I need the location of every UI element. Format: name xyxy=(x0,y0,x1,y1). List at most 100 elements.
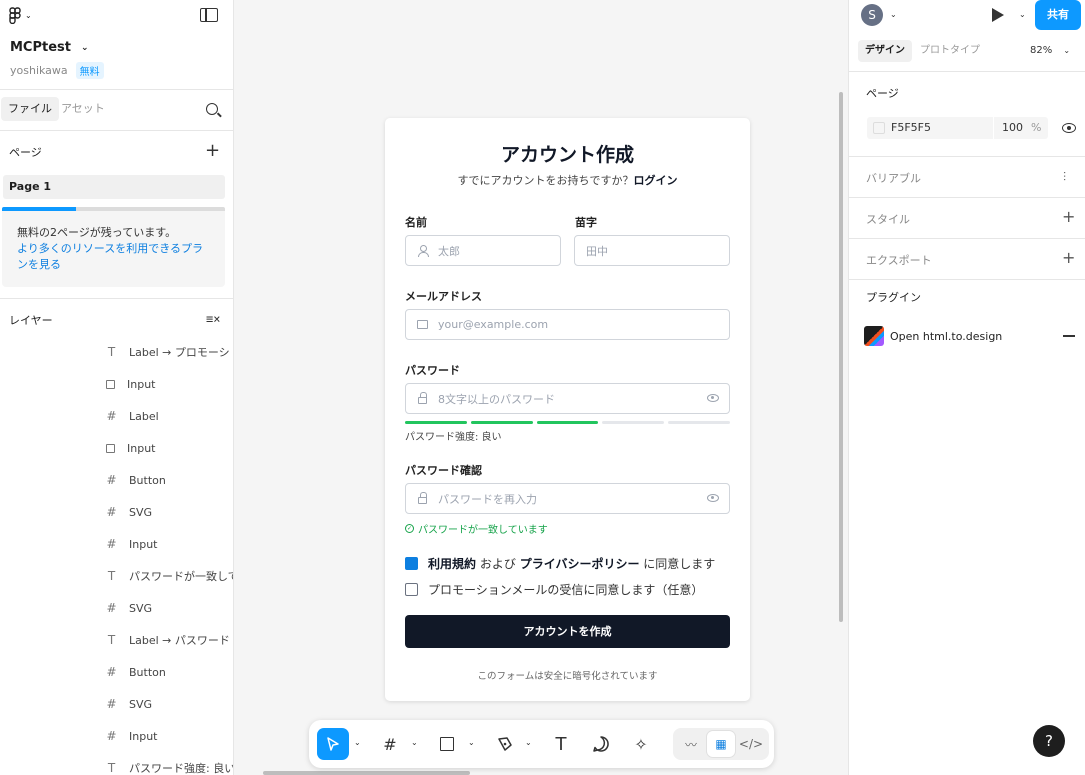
shape-tool[interactable] xyxy=(435,728,459,760)
password-placeholder: 8文字以上のパスワード xyxy=(438,392,555,406)
share-button[interactable]: 共有 xyxy=(1035,0,1081,30)
tab-assets[interactable]: アセット xyxy=(54,97,112,121)
chevron-down-icon[interactable]: ⌄ xyxy=(354,738,361,747)
confirm-password-input[interactable]: パスワードを再入力 xyxy=(405,483,730,514)
layer-item[interactable]: # Label xyxy=(106,406,158,426)
layer-item[interactable]: # SVG xyxy=(106,502,152,522)
layer-item[interactable]: # Input xyxy=(106,726,157,746)
add-style-plus-icon[interactable]: + xyxy=(1062,209,1075,225)
create-account-button[interactable]: アカウントを作成 xyxy=(405,615,730,648)
layer-item[interactable]: # Input xyxy=(106,534,157,554)
promo-checkbox[interactable] xyxy=(405,583,418,596)
chevron-down-icon[interactable]: ⌄ xyxy=(468,738,475,747)
user-avatar[interactable]: S xyxy=(861,4,883,26)
vertical-scrollbar[interactable] xyxy=(839,92,843,622)
comment-icon xyxy=(593,736,609,752)
layer-item[interactable]: # Button xyxy=(106,662,165,682)
layer-item[interactable]: T Label → プロモーシ xyxy=(106,342,230,362)
divider xyxy=(849,71,1085,72)
layer-item[interactable]: # SVG xyxy=(106,598,152,618)
page-item-page-1[interactable]: Page 1 xyxy=(3,175,225,199)
chevron-down-icon[interactable]: ⌄ xyxy=(1019,10,1026,19)
privacy-link[interactable]: プライバシーポリシー xyxy=(520,557,640,571)
tab-prototype[interactable]: プロトタイプ xyxy=(920,40,980,62)
layer-item[interactable]: T パスワード強度: 良い xyxy=(106,758,233,775)
design-mode[interactable]: ▦ xyxy=(707,731,735,757)
frame-layer-icon: # xyxy=(106,537,117,551)
page-opacity-field[interactable]: 100% xyxy=(993,117,1048,139)
variables-settings-icon[interactable]: ⫶ xyxy=(1063,170,1066,185)
layer-item[interactable]: Input xyxy=(106,374,155,394)
variables-heading[interactable]: バリアブル xyxy=(866,170,921,186)
add-page-plus-icon[interactable]: + xyxy=(205,142,220,160)
main-menu-button[interactable]: ⌄ xyxy=(9,7,32,24)
text-tool[interactable]: T xyxy=(549,728,573,760)
tab-file[interactable]: ファイル xyxy=(1,97,59,121)
layer-item[interactable]: T Label → パスワード xyxy=(106,630,230,650)
password-match-text: パスワードが一致しています xyxy=(418,525,548,536)
horizontal-scrollbar[interactable] xyxy=(263,771,470,775)
play-icon[interactable] xyxy=(992,8,1004,22)
chevron-down-icon[interactable]: ⌄ xyxy=(525,738,532,747)
frame-tool[interactable]: # xyxy=(377,728,403,760)
chevron-down-icon[interactable]: ⌄ xyxy=(411,738,418,747)
terms-link[interactable]: 利用規約 xyxy=(428,557,476,571)
email-placeholder: your@example.com xyxy=(438,318,549,331)
remove-plugin-minus-icon[interactable] xyxy=(1063,335,1075,337)
layer-item[interactable]: # SVG xyxy=(106,694,152,714)
left-sidebar: ⌄ MCPtest ⌄ yoshikawa 無料 ファイル アセット ページ +… xyxy=(0,0,234,775)
chevron-down-icon: ⌄ xyxy=(1063,46,1071,55)
eye-icon[interactable] xyxy=(707,494,719,502)
draw-mode[interactable]: 〰 xyxy=(677,731,705,757)
actions-tool[interactable]: ✧ xyxy=(628,728,654,760)
terms-agree: に同意します xyxy=(643,557,716,571)
security-note: このフォームは安全に暗号化されています xyxy=(477,671,658,682)
help-button[interactable]: ? xyxy=(1033,725,1065,757)
strength-segment xyxy=(536,421,599,424)
divider xyxy=(849,238,1085,239)
layer-label: SVG xyxy=(129,697,153,711)
search-icon[interactable] xyxy=(206,103,218,115)
divider xyxy=(849,156,1085,157)
comment-tool[interactable] xyxy=(588,728,614,760)
mail-icon xyxy=(417,320,428,329)
visibility-eye-icon[interactable] xyxy=(1062,123,1076,133)
plugin-icon xyxy=(864,326,884,346)
confirm-password-placeholder: パスワードを再入力 xyxy=(438,492,537,506)
layer-label: パスワードが一致して xyxy=(129,570,234,583)
dev-mode[interactable]: </> xyxy=(737,731,765,757)
chevron-down-icon[interactable]: ⌄ xyxy=(890,10,897,19)
first-name-input[interactable]: 太郎 xyxy=(405,235,561,266)
layer-item[interactable]: T パスワードが一致して xyxy=(106,566,234,586)
email-input[interactable]: your@example.com xyxy=(405,309,730,340)
page-color-field[interactable]: F5F5F5 100% xyxy=(867,117,1048,139)
move-tool[interactable] xyxy=(317,728,349,760)
plugin-item[interactable]: Open html.to.design xyxy=(864,326,1002,346)
tab-design[interactable]: デザイン xyxy=(858,40,912,62)
export-heading: エクスポート xyxy=(866,254,932,267)
layer-item[interactable]: Input xyxy=(106,438,155,458)
eye-icon[interactable] xyxy=(707,394,719,402)
page-color-hex[interactable]: F5F5F5 xyxy=(891,121,931,134)
file-name[interactable]: MCPtest ⌄ xyxy=(10,40,89,55)
layer-label: SVG xyxy=(129,505,153,519)
layer-item[interactable]: # Button xyxy=(106,470,165,490)
last-name-input[interactable]: 田中 xyxy=(574,235,730,266)
upgrade-plan-link[interactable]: より多くのリソースを利用できるプランを見る xyxy=(17,241,212,273)
terms-row: 利用規約 および プライバシーポリシー に同意します xyxy=(405,555,715,572)
pen-tool[interactable] xyxy=(492,728,518,760)
zoom-level[interactable]: 82% ⌄ xyxy=(1030,45,1070,56)
login-link[interactable]: ログイン xyxy=(634,174,678,187)
collapse-layers-icon[interactable]: ≡× xyxy=(206,312,220,326)
sidebar-toggle-icon[interactable] xyxy=(200,8,218,22)
chevron-down-icon: ⌄ xyxy=(25,11,32,20)
plan-badge[interactable]: 無料 xyxy=(75,62,104,79)
bottom-toolbar: ⌄ # ⌄ ⌄ ⌄ T ✧ 〰 ▦ </> xyxy=(309,720,774,768)
add-export-plus-icon[interactable]: + xyxy=(1062,250,1075,266)
terms-checkbox[interactable] xyxy=(405,557,418,570)
password-input[interactable]: 8文字以上のパスワード xyxy=(405,383,730,414)
figma-logo-icon xyxy=(9,7,21,24)
color-swatch[interactable] xyxy=(873,122,885,134)
text-layer-icon: T xyxy=(107,345,116,359)
check-circle-icon: ✓ xyxy=(405,524,414,533)
